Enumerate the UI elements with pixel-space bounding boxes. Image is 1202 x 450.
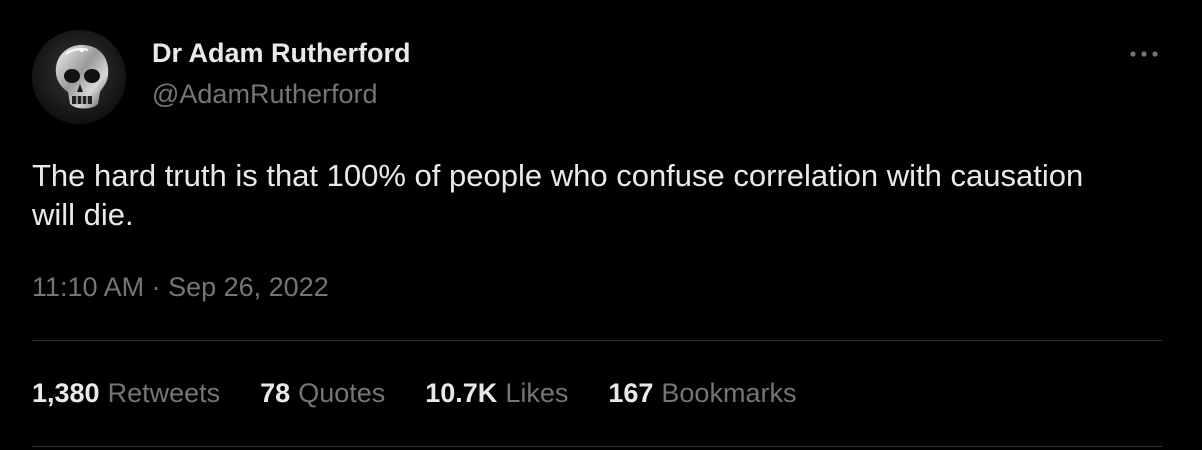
avatar[interactable] (32, 30, 126, 124)
divider (32, 340, 1162, 341)
likes-count: 10.7K (425, 378, 498, 408)
tweet-timestamp[interactable]: 11:10 AM · Sep 26, 2022 (32, 272, 329, 303)
divider (32, 446, 1162, 447)
author-display-name[interactable]: Dr Adam Rutherford (152, 38, 411, 69)
skull-avatar-icon (32, 30, 126, 124)
likes-label: Likes (505, 378, 569, 408)
tweet-card: Dr Adam Rutherford @AdamRutherford The h… (0, 0, 1202, 450)
more-options-button[interactable] (1124, 40, 1164, 68)
retweets-stat[interactable]: 1,380 Retweets (32, 378, 220, 409)
quotes-count: 78 (260, 378, 291, 408)
engagement-stats: 1,380 Retweets 78 Quotes 10.7K Likes 167 Boo… (32, 378, 796, 409)
quotes-label: Quotes (298, 378, 386, 408)
bookmarks-stat[interactable]: 167 Bookmarks (608, 378, 796, 409)
retweets-count: 1,380 (32, 378, 100, 408)
likes-stat[interactable]: 10.7K Likes (425, 378, 568, 409)
more-horizontal-icon (1130, 51, 1158, 57)
quotes-stat[interactable]: 78 Quotes (260, 378, 385, 409)
bookmarks-count: 167 (608, 378, 654, 408)
tweet-text: The hard truth is that 100% of people wh… (32, 158, 1084, 232)
author-handle[interactable]: @AdamRutherford (152, 79, 378, 110)
retweets-label: Retweets (107, 378, 221, 408)
bookmarks-label: Bookmarks (661, 378, 797, 408)
